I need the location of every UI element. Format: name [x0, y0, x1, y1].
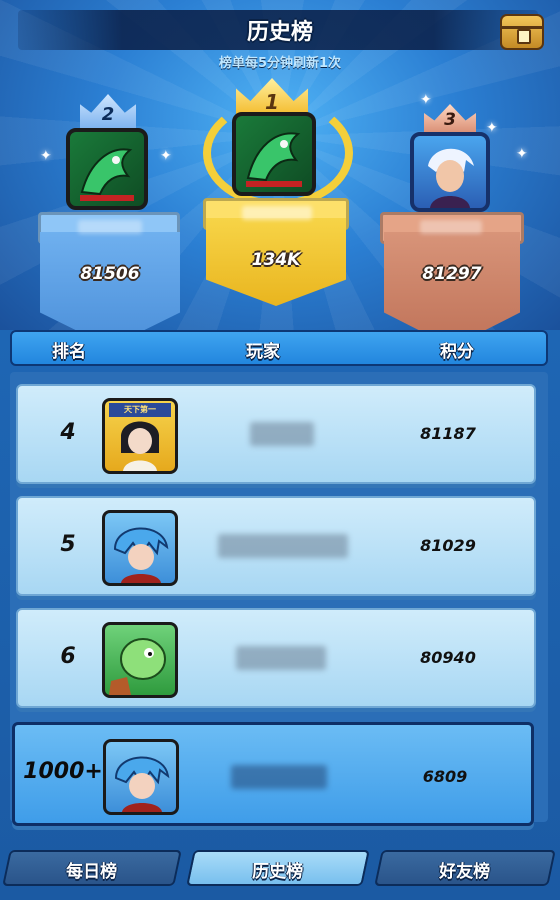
- blurred-player-name: [218, 534, 348, 558]
- podium-score: 81506: [80, 264, 140, 284]
- blurred-player-name: [231, 765, 327, 789]
- podium-score: 81297: [422, 264, 482, 284]
- hero-icon: [114, 756, 170, 812]
- refresh-note: 榜单每5分钟刷新1次: [218, 56, 342, 71]
- sparkle-icon: ✦: [516, 146, 528, 162]
- tab-label: 好友榜: [439, 862, 491, 882]
- leaderboard-row[interactable]: 5 81029: [16, 496, 536, 596]
- column-score: 积分: [440, 342, 474, 362]
- sparkle-icon: ✦: [486, 120, 498, 136]
- tab-label: 历史榜: [252, 862, 304, 882]
- blurred-player-name: [236, 646, 326, 670]
- leaderboard-row[interactable]: 4 天下第一 81187: [16, 384, 536, 484]
- leaderboard-column-header: 排名 玩家 积分: [10, 330, 548, 366]
- blurred-player-name: [420, 220, 482, 234]
- row-score: 80940: [420, 648, 476, 667]
- avatar-banner: 天下第一: [109, 403, 171, 417]
- tab-friends[interactable]: 好友榜: [374, 850, 556, 886]
- page-title: 历史榜: [246, 20, 313, 45]
- sparkle-icon: ✦: [160, 148, 172, 164]
- player-avatar: [410, 132, 490, 212]
- sparkle-icon: ✦: [420, 92, 432, 108]
- blurred-player-name: [242, 206, 312, 220]
- podium-rank: 2: [101, 104, 115, 125]
- row-rank: 6: [60, 644, 76, 669]
- column-player: 玩家: [246, 342, 280, 362]
- player-avatar: 天下第一: [102, 398, 178, 474]
- dragon-icon: [80, 148, 134, 201]
- column-rank: 排名: [52, 342, 86, 362]
- player-avatar: [103, 739, 179, 815]
- player-avatar: [102, 510, 178, 586]
- sparkle-icon: ✦: [40, 148, 52, 164]
- blurred-player-name: [78, 220, 142, 234]
- row-score: 81187: [420, 424, 476, 443]
- my-rank: 1000+: [23, 759, 103, 784]
- hero-icon: [113, 527, 169, 583]
- tab-history[interactable]: 历史榜: [186, 850, 370, 886]
- treasure-chest-icon[interactable]: [500, 14, 544, 50]
- row-score: 81029: [420, 536, 476, 555]
- podium-score: 134K: [251, 250, 301, 270]
- podium-rank: 3: [444, 110, 456, 130]
- my-rank-row[interactable]: 1000+ 6809: [12, 722, 534, 826]
- blurred-player-name: [250, 422, 314, 446]
- monster-icon: [109, 638, 166, 695]
- my-score: 6809: [422, 767, 468, 786]
- leaderboard-row[interactable]: 6 80940: [16, 608, 536, 708]
- player-avatar: [102, 622, 178, 698]
- tab-daily[interactable]: 每日榜: [2, 850, 182, 886]
- tab-label: 每日榜: [66, 862, 118, 882]
- player-avatar: [66, 128, 148, 210]
- dragon-icon: [246, 132, 302, 187]
- row-rank: 5: [60, 532, 76, 557]
- podium-rank: 1: [265, 90, 279, 114]
- player-avatar: [232, 112, 316, 196]
- row-rank: 4: [60, 420, 76, 445]
- warrior-icon: [428, 148, 474, 208]
